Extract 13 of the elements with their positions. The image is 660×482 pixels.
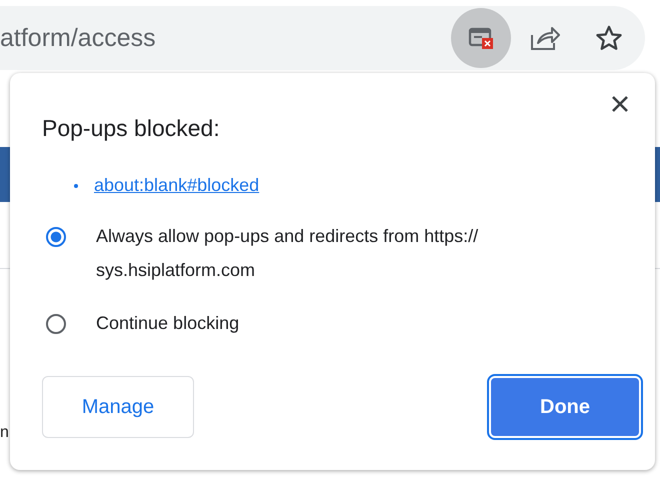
option-label: Always allow pop-ups and redirects from https:// sys.hsiplatform.com (96, 225, 480, 282)
url-text: atform/access (0, 24, 156, 52)
option-label: Continue blocking (96, 312, 240, 335)
blocked-link[interactable]: about:blank#blocked (74, 175, 260, 195)
dialog-title: Pop-ups blocked: (42, 115, 221, 142)
address-bar[interactable]: atform/access (0, 6, 645, 70)
done-button[interactable]: Done (489, 376, 641, 438)
page-text: n (0, 423, 9, 443)
radio-button[interactable] (46, 314, 66, 334)
bullet-icon (74, 184, 78, 188)
radio-button[interactable] (46, 227, 66, 247)
manage-button[interactable]: Manage (42, 376, 194, 438)
close-icon[interactable] (611, 95, 629, 113)
